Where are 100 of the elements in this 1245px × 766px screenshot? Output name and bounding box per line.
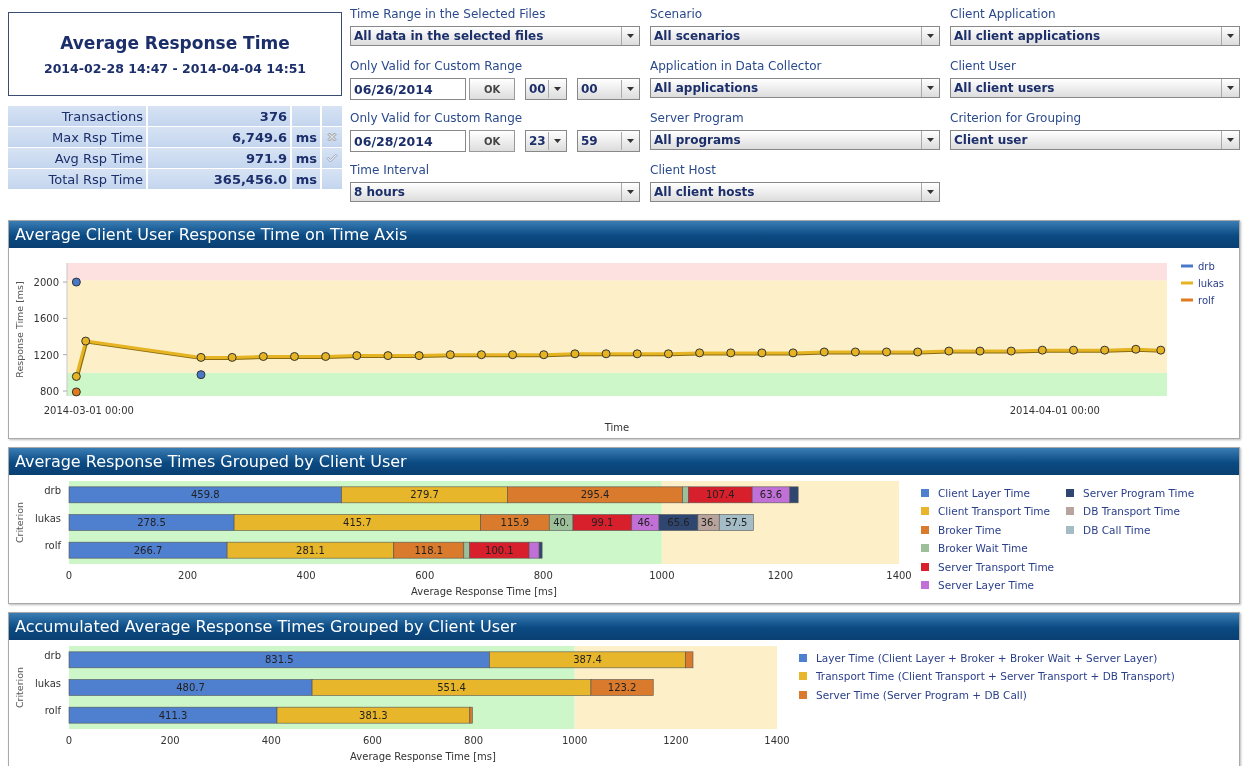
caret-icon bbox=[554, 87, 561, 91]
tick-label: 0 bbox=[65, 735, 73, 746]
field-label: Client Host bbox=[650, 163, 717, 179]
tick-label: 1200 bbox=[663, 735, 689, 746]
data-label: 40. bbox=[553, 517, 570, 528]
dropdown[interactable]: Client user bbox=[950, 130, 1240, 150]
caret-icon bbox=[1227, 34, 1234, 38]
data-label: 63.6 bbox=[759, 489, 783, 501]
data-label: 831.5 bbox=[264, 654, 294, 666]
panel-header: Average Client User Response Time on Time Axis bbox=[9, 221, 1239, 248]
date-field[interactable]: 06/28/2014 bbox=[350, 130, 466, 152]
dropdown[interactable]: 8 hours bbox=[350, 182, 640, 202]
dropdown[interactable]: All data in the selected files bbox=[350, 26, 640, 46]
stat-value: 376 bbox=[148, 106, 290, 126]
category-label: rolf bbox=[44, 705, 61, 717]
table-cell bbox=[292, 106, 320, 126]
caret-icon bbox=[927, 86, 934, 90]
tick-label: 1000 bbox=[649, 570, 675, 581]
category-label: lukas bbox=[34, 677, 61, 689]
legend-label: Transport Time (Client Transport + Server Transport + DB Transport) bbox=[816, 670, 1175, 683]
tick-label: 1600 bbox=[33, 313, 59, 325]
data-label: 99.1 bbox=[591, 517, 614, 528]
data-point bbox=[1006, 346, 1016, 356]
caret-icon bbox=[1227, 86, 1234, 90]
data-label: 387.4 bbox=[573, 654, 602, 666]
data-label: 278.5 bbox=[137, 517, 166, 528]
stat-value: 6,749.6 bbox=[148, 127, 290, 147]
field-label: Client User bbox=[950, 59, 1017, 75]
data-label: 36. bbox=[700, 517, 717, 528]
axis-title: Response Time [ms] bbox=[14, 281, 25, 378]
legend-label: lukas bbox=[1198, 278, 1225, 289]
dropdown[interactable]: 00 bbox=[525, 78, 567, 100]
data-point bbox=[258, 352, 268, 361]
data-point bbox=[71, 277, 81, 287]
caret-icon bbox=[627, 139, 634, 143]
data-label: 107.4 bbox=[706, 489, 735, 501]
dropdown[interactable]: 00 bbox=[577, 78, 640, 100]
data-point bbox=[227, 352, 237, 362]
field-label: Only Valid for Custom Range bbox=[350, 111, 524, 127]
tick-label: 1400 bbox=[764, 735, 790, 746]
data-point bbox=[476, 350, 486, 360]
stat-label: Max Rsp Time bbox=[8, 127, 146, 147]
field-label: Client Application bbox=[950, 7, 1057, 23]
axis-title: Average Response Time [ms] bbox=[411, 586, 557, 597]
data-point bbox=[944, 346, 954, 356]
data-label: 266.7 bbox=[133, 544, 163, 556]
tick-label: 400 bbox=[261, 735, 281, 746]
data-label: 480.7 bbox=[176, 682, 205, 693]
date-field[interactable]: 06/26/2014 bbox=[350, 78, 466, 100]
legend-label: Client Transport Time bbox=[938, 505, 1051, 518]
dropdown[interactable]: All client users bbox=[950, 78, 1240, 98]
stat-unit: ms bbox=[292, 169, 320, 189]
tick-label: 1000 bbox=[562, 735, 588, 746]
data-point bbox=[913, 347, 923, 357]
field-label: Criterion for Grouping bbox=[950, 111, 1083, 127]
stat-label: Transactions bbox=[8, 106, 146, 126]
dropdown[interactable]: All programs bbox=[650, 130, 940, 150]
data-point bbox=[1131, 344, 1141, 354]
data-point bbox=[71, 387, 81, 397]
tick-label: 400 bbox=[296, 570, 316, 581]
data-point bbox=[352, 351, 362, 361]
data-point bbox=[1100, 345, 1110, 355]
dropdown[interactable]: All client applications bbox=[950, 26, 1240, 46]
ok-button[interactable]: OK bbox=[469, 78, 515, 100]
data-label: 100.1 bbox=[485, 544, 514, 556]
data-point bbox=[570, 349, 580, 359]
data-point bbox=[663, 349, 673, 359]
legend-label: Server Time (Server Program + DB Call) bbox=[816, 688, 1027, 701]
tick-label: 800 bbox=[39, 386, 59, 397]
caret-icon bbox=[627, 87, 634, 91]
ok-button[interactable]: OK bbox=[469, 130, 515, 152]
data-point bbox=[445, 350, 455, 360]
tick-label: 2014-03-01 00:00 bbox=[43, 405, 134, 416]
tick-label: 200 bbox=[160, 735, 180, 746]
tick-label: 2000 bbox=[33, 277, 59, 289]
field-label: Only Valid for Custom Range bbox=[350, 59, 524, 75]
axis-title: Time bbox=[604, 422, 630, 433]
field-label: Scenario bbox=[650, 7, 704, 23]
tick-label: 0 bbox=[65, 570, 73, 581]
report-title: Average Response Time bbox=[60, 32, 290, 53]
axis-title: Criterion bbox=[14, 666, 25, 709]
tick-label: 800 bbox=[533, 570, 553, 581]
legend-label: Broker Time bbox=[938, 523, 1002, 536]
dropdown[interactable]: All applications bbox=[650, 78, 940, 98]
stat-unit: ms bbox=[292, 148, 320, 168]
legend-label: Server Program Time bbox=[1083, 486, 1195, 499]
data-point bbox=[196, 352, 206, 362]
tick-label: 200 bbox=[178, 570, 198, 581]
data-point bbox=[414, 351, 424, 361]
data-label: 281.1 bbox=[296, 544, 325, 556]
data-point bbox=[975, 346, 985, 356]
dropdown[interactable]: All client hosts bbox=[650, 182, 940, 202]
dropdown[interactable]: 23 bbox=[525, 130, 567, 152]
dropdown[interactable]: All scenarios bbox=[650, 26, 940, 46]
dropdown[interactable]: 59 bbox=[577, 130, 640, 152]
data-label: 411.3 bbox=[158, 709, 188, 721]
data-point bbox=[695, 348, 705, 358]
data-point bbox=[632, 349, 642, 359]
tick-label: 800 bbox=[464, 735, 484, 746]
data-point bbox=[882, 347, 892, 357]
